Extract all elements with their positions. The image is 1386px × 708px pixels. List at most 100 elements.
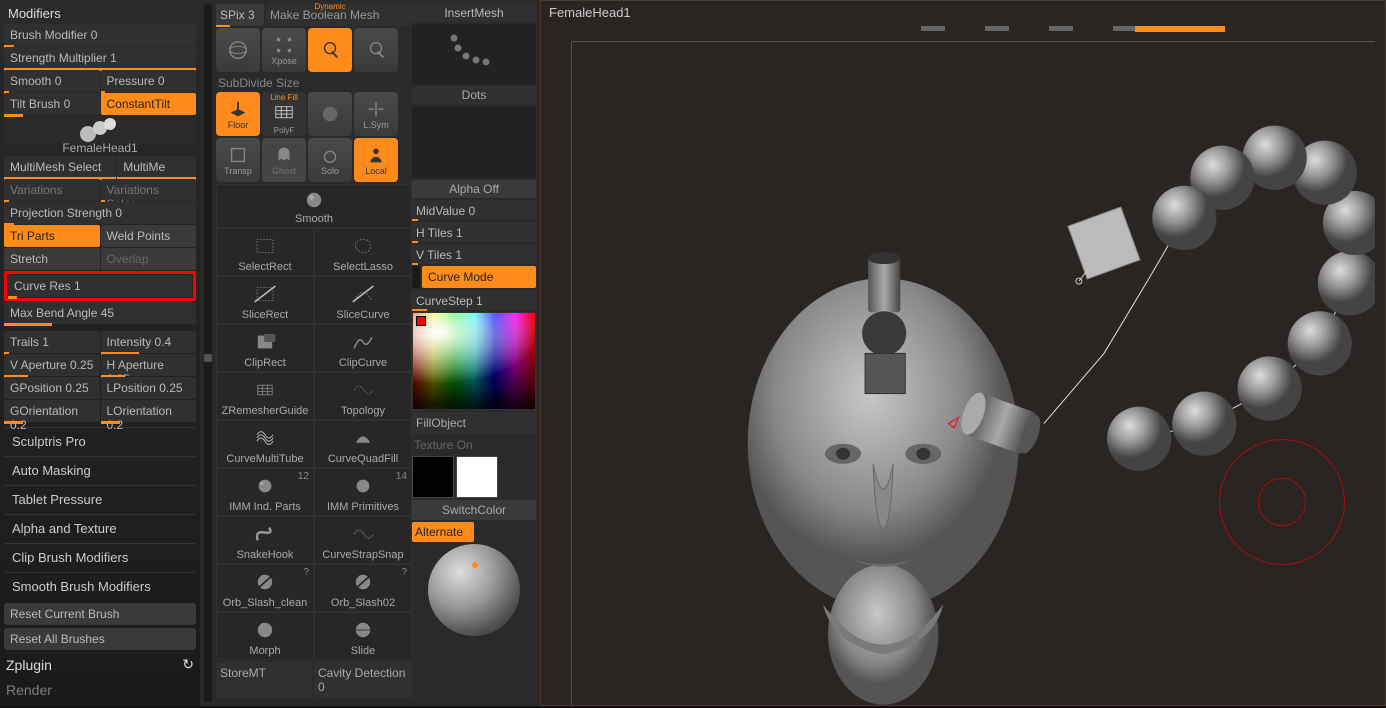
xpose-button[interactable]: Xpose <box>262 28 306 72</box>
stroke-preview[interactable] <box>412 24 536 84</box>
h-aperture-slider[interactable]: H Aperture 0.25 <box>101 354 197 376</box>
solo-button[interactable]: DynamicSolo <box>308 138 352 182</box>
line-fill-button[interactable]: Line FillPolyF <box>262 92 306 136</box>
variations-slider[interactable]: Variations <box>4 179 100 201</box>
brush-cursor <box>1219 439 1345 565</box>
brush-clip-rect[interactable]: ClipRect <box>216 324 314 372</box>
color-picker[interactable] <box>412 312 536 410</box>
sculpt-mode-button[interactable]: S <box>354 28 398 72</box>
h-tiles-slider[interactable]: H Tiles 1 <box>412 222 536 242</box>
tilt-brush-slider[interactable]: Tilt Brush 0 <box>4 93 100 115</box>
ghost-button[interactable]: Ghost <box>262 138 306 182</box>
canvas-3d[interactable] <box>571 41 1375 705</box>
cavity-detection-slider[interactable]: Cavity Detection 0 <box>314 662 412 698</box>
pressure-slider[interactable]: Pressure 0 <box>101 70 197 92</box>
tri-parts-button[interactable]: Tri Parts <box>4 225 100 247</box>
modifiers-panel: Modifiers Brush Modifier 0 Strength Mult… <box>0 0 200 706</box>
g-orientation-slider[interactable]: GOrientation 0.2 <box>4 400 100 422</box>
alpha-texture-section[interactable]: Alpha and Texture <box>4 514 196 542</box>
brush-smooth[interactable]: Smooth <box>216 184 412 228</box>
alpha-preview[interactable] <box>412 106 536 178</box>
sphere2-button[interactable] <box>308 92 352 136</box>
color-swatch-black[interactable] <box>412 456 454 498</box>
subtool-title: FemaleHead1 <box>541 1 1385 23</box>
g-position-slider[interactable]: GPosition 0.25 <box>4 377 100 399</box>
fill-object-button[interactable]: FillObject <box>412 412 536 434</box>
brush-orb-slash-02[interactable]: ?Orb_Slash02 <box>314 564 412 612</box>
l-position-slider[interactable]: LPosition 0.25 <box>101 377 197 399</box>
viewport-3d[interactable]: FemaleHead1 <box>540 0 1386 706</box>
spix-slider[interactable]: SPix 3 <box>216 4 264 26</box>
draw-mode-button[interactable]: D <box>308 28 352 72</box>
local-button[interactable]: Local <box>354 138 398 182</box>
sculptris-pro-section[interactable]: Sculptris Pro <box>4 427 196 455</box>
sphere-icon-button[interactable] <box>216 28 260 72</box>
curve-handle[interactable] <box>412 266 420 288</box>
brush-scrollbar[interactable] <box>204 4 212 702</box>
brush-preview-label: FemaleHead1 <box>4 141 196 155</box>
brush-mesh-preview[interactable] <box>4 116 196 144</box>
brush-orb-slash-clean[interactable]: ?Orb_Slash_clean <box>216 564 314 612</box>
constant-tilt-button[interactable]: ConstantTilt <box>101 93 197 115</box>
texture-on-label: Texture On <box>412 436 536 454</box>
stretch-button[interactable]: Stretch <box>4 248 100 270</box>
smooth-brush-modifiers-section[interactable]: Smooth Brush Modifiers <box>4 572 196 600</box>
material-preview[interactable] <box>428 544 520 636</box>
curve-res-slider[interactable]: Curve Res 1 <box>8 275 192 297</box>
smooth-slider[interactable]: Smooth 0 <box>4 70 100 92</box>
auto-masking-section[interactable]: Auto Masking <box>4 456 196 484</box>
intensity-slider[interactable]: Intensity 0.4 <box>101 331 197 353</box>
brush-slide[interactable]: Slide <box>314 612 412 660</box>
brush-clip-curve[interactable]: ClipCurve <box>314 324 412 372</box>
curve-mode-button[interactable]: Curve Mode <box>422 266 536 288</box>
brush-slice-rect[interactable]: SliceRect <box>216 276 314 324</box>
alternate-button[interactable]: Alternate <box>412 522 474 542</box>
timeline-bar[interactable] <box>541 23 1385 35</box>
v-tiles-slider[interactable]: V Tiles 1 <box>412 244 536 264</box>
v-aperture-slider[interactable]: V Aperture 0.25 <box>4 354 100 376</box>
zplugin-section[interactable]: Zplugin ↻ <box>4 652 196 677</box>
brush-zremesher-guide[interactable]: ZRemesherGuide <box>216 372 314 420</box>
weld-points-button[interactable]: Weld Points <box>101 225 197 247</box>
transp-button[interactable]: Transp <box>216 138 260 182</box>
max-bend-angle-slider[interactable]: Max Bend Angle 45 <box>4 302 196 324</box>
insert-mesh-label[interactable]: InsertMesh <box>412 4 536 22</box>
store-mt-button[interactable]: StoreMT <box>216 662 312 698</box>
modifiers-header: Modifiers <box>4 4 196 23</box>
overlap-button[interactable]: Overlap <box>101 248 197 270</box>
brush-morph[interactable]: Morph <box>216 612 314 660</box>
brush-curve-multitube[interactable]: CurveMultiTube <box>216 420 314 468</box>
stroke-type-label[interactable]: Dots <box>412 86 536 104</box>
brush-select-rect[interactable]: SelectRect <box>216 228 314 276</box>
trails-slider[interactable]: Trails 1 <box>4 331 100 353</box>
curve-res-highlight: Curve Res 1 <box>4 271 196 301</box>
brush-curve-quadfill[interactable]: CurveQuadFill <box>314 420 412 468</box>
brush-topology[interactable]: Topology <box>314 372 412 420</box>
brush-imm-ind-parts[interactable]: 12IMM Ind. Parts <box>216 468 314 516</box>
curve-step-slider[interactable]: CurveStep 1 <box>412 290 536 310</box>
variations-select-slider[interactable]: Variations Selec <box>101 179 197 201</box>
render-section[interactable]: Render <box>4 678 196 702</box>
reset-all-brushes-button[interactable]: Reset All Brushes <box>4 628 196 650</box>
l-orientation-slider[interactable]: LOrientation 0.2 <box>101 400 197 422</box>
reset-current-brush-button[interactable]: Reset Current Brush <box>4 603 196 625</box>
brush-slice-curve[interactable]: SliceCurve <box>314 276 412 324</box>
brush-snakehook[interactable]: SnakeHook <box>216 516 314 564</box>
multimesh-select-slider[interactable]: MultiMesh Select <box>4 156 116 178</box>
mid-value-slider[interactable]: MidValue 0 <box>412 200 536 220</box>
refresh-icon[interactable]: ↻ <box>182 656 194 673</box>
multi-me-slider[interactable]: MultiMe <box>117 156 196 178</box>
clip-brush-modifiers-section[interactable]: Clip Brush Modifiers <box>4 543 196 571</box>
brush-imm-primitives[interactable]: 14IMM Primitives <box>314 468 412 516</box>
tablet-pressure-section[interactable]: Tablet Pressure <box>4 485 196 513</box>
switch-color-button[interactable]: SwitchColor <box>412 500 536 520</box>
brush-modifier-slider[interactable]: Brush Modifier 0 <box>4 24 196 46</box>
alpha-off-label[interactable]: Alpha Off <box>412 180 536 198</box>
brush-select-lasso[interactable]: SelectLasso <box>314 228 412 276</box>
color-swatch-white[interactable] <box>456 456 498 498</box>
lsym-button[interactable]: L.Sym <box>354 92 398 136</box>
brush-curve-strap-snap[interactable]: CurveStrapSnap <box>314 516 412 564</box>
floor-button[interactable]: Floor <box>216 92 260 136</box>
projection-strength-slider[interactable]: Projection Strength 0 <box>4 202 196 224</box>
strength-multiplier-slider[interactable]: Strength Multiplier 1 <box>4 47 196 69</box>
